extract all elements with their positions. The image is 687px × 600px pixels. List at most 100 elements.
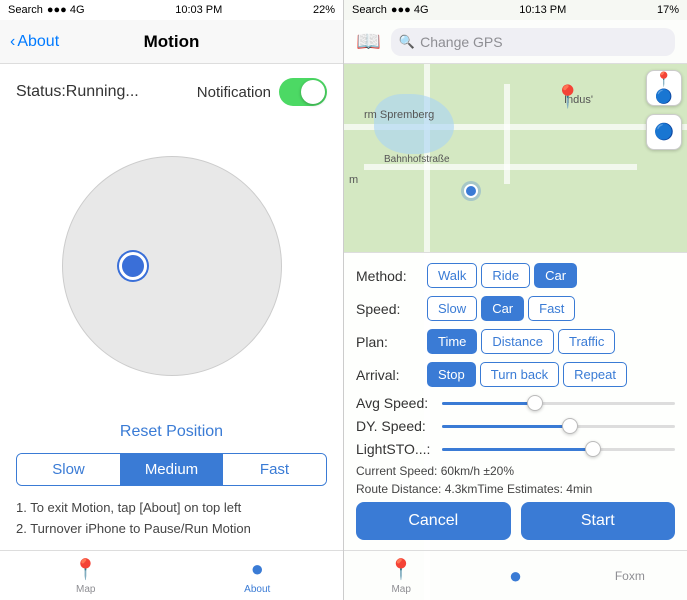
plan-row: Plan: Time Distance Traffic <box>356 329 675 354</box>
right-tab-map-label: Map <box>391 584 410 595</box>
speed-label: Speed: <box>356 301 421 317</box>
position-dot <box>119 252 147 280</box>
right-panel: Search ●●● 4G 10:13 PM 17% 📖 🔍 Change GP… <box>344 0 687 600</box>
chevron-left-icon: ‹ <box>10 33 15 51</box>
map-label-m: m <box>349 174 358 186</box>
map-overlay-buttons: 📍🔵 🔵 <box>646 70 682 150</box>
overlay-panel: Method: Walk Ride Car Speed: Slow Car Fa… <box>344 252 687 550</box>
method-label: Method: <box>356 268 421 284</box>
book-icon[interactable]: 📖 <box>356 29 381 54</box>
plan-time-btn[interactable]: Time <box>427 329 477 354</box>
speed-tab-medium[interactable]: Medium <box>120 454 223 485</box>
lightsto-fill <box>442 448 593 451</box>
dy-speed-track[interactable] <box>442 425 675 428</box>
plan-traffic-btn[interactable]: Traffic <box>558 329 615 354</box>
right-map-icon: 📍 <box>389 557 414 582</box>
right-bottom-tabs: 📍 Map ● Foxm <box>344 550 687 600</box>
blue-dot-map <box>464 184 478 198</box>
time-left: 10:03 PM <box>175 4 222 16</box>
left-tab-map[interactable]: 📍 Map <box>0 557 172 595</box>
location-pin-map: 📍 <box>554 84 581 110</box>
about-icon: ● <box>251 556 264 582</box>
right-carrier: Search <box>352 4 387 16</box>
signal-left: ●●● 4G <box>47 4 85 16</box>
speed-btn-group: Slow Car Fast <box>427 296 575 321</box>
right-foxm-label: Foxm <box>615 569 645 583</box>
map-pin-route-button[interactable]: 📍🔵 <box>646 70 682 106</box>
right-nav-bar: 📖 🔍 Change GPS <box>344 20 687 64</box>
motion-content: Status:Running... Notification Reset Pos… <box>0 64 343 550</box>
start-button[interactable]: Start <box>521 502 676 540</box>
status-bar-left: Search ●●● 4G <box>8 4 85 16</box>
right-tab-foxm[interactable]: Foxm <box>573 569 687 583</box>
right-status-bar: Search ●●● 4G 10:13 PM 17% <box>344 0 687 20</box>
avg-speed-track[interactable] <box>442 402 675 405</box>
gps-search-placeholder: Change GPS <box>420 34 503 50</box>
method-btn-group: Walk Ride Car <box>427 263 577 288</box>
instruction-2: 2. Turnover iPhone to Pause/Run Motion <box>16 519 327 540</box>
back-button[interactable]: ‹ About <box>10 33 59 51</box>
right-signal: ●●● 4G <box>391 4 429 16</box>
right-tab-middle[interactable]: ● <box>458 563 572 589</box>
avg-speed-thumb[interactable] <box>527 395 543 411</box>
map-icon: 📍 <box>73 557 98 582</box>
notification-row: Notification <box>197 78 327 106</box>
method-walk-btn[interactable]: Walk <box>427 263 477 288</box>
reset-position-button[interactable]: Reset Position <box>16 415 327 453</box>
back-label: About <box>17 33 59 51</box>
map-label-bahnhof: Bahnhofstraße <box>384 154 450 165</box>
method-ride-btn[interactable]: Ride <box>481 263 530 288</box>
right-battery: 17% <box>657 4 679 16</box>
road-v2 <box>504 84 510 184</box>
motion-circle[interactable] <box>62 156 282 376</box>
method-row: Method: Walk Ride Car <box>356 263 675 288</box>
avg-speed-fill <box>442 402 535 405</box>
gps-search-bar[interactable]: 🔍 Change GPS <box>391 28 675 56</box>
plan-btn-group: Time Distance Traffic <box>427 329 615 354</box>
location-icon: 🔵 <box>654 122 674 142</box>
left-tab-about[interactable]: ● About <box>172 556 344 595</box>
toggle-knob <box>301 80 325 104</box>
route-distance-text: Route Distance: 4.3kmTime Estimates: 4mi… <box>356 482 675 496</box>
plan-label: Plan: <box>356 334 421 350</box>
arrival-stop-btn[interactable]: Stop <box>427 362 476 387</box>
search-icon: 🔍 <box>399 34 415 50</box>
dy-speed-thumb[interactable] <box>562 418 578 434</box>
battery-left: 22% <box>313 4 335 16</box>
speed-tab-slow[interactable]: Slow <box>17 454 120 485</box>
lightsto-label: LightSTO...: <box>356 441 436 457</box>
lightsto-thumb[interactable] <box>585 441 601 457</box>
carrier-left: Search <box>8 4 43 16</box>
speed-fast-btn[interactable]: Fast <box>528 296 575 321</box>
arrival-repeat-btn[interactable]: Repeat <box>563 362 627 387</box>
lightsto-track[interactable] <box>442 448 675 451</box>
notification-label: Notification <box>197 84 271 101</box>
left-panel: Search ●●● 4G 10:03 PM 22% ‹ About Motio… <box>0 0 344 600</box>
lightsto-row: LightSTO...: <box>356 441 675 457</box>
right-tab-map[interactable]: 📍 Map <box>344 557 458 595</box>
left-tab-map-label: Map <box>76 584 95 595</box>
method-car-btn[interactable]: Car <box>534 263 577 288</box>
instructions: 1. To exit Motion, tap [About] on top le… <box>16 498 327 550</box>
avg-speed-label: Avg Speed: <box>356 395 436 411</box>
speed-car-btn[interactable]: Car <box>481 296 524 321</box>
page-title: Motion <box>144 32 200 52</box>
dy-speed-fill <box>442 425 570 428</box>
notification-toggle[interactable] <box>279 78 327 106</box>
speed-tabs: Slow Medium Fast <box>16 453 327 486</box>
speed-tab-fast[interactable]: Fast <box>223 454 326 485</box>
current-speed-text: Current Speed: 60km/h ±20% <box>356 464 675 478</box>
circle-container <box>16 116 327 415</box>
arrival-label: Arrival: <box>356 367 421 383</box>
dy-speed-row: DY. Speed: <box>356 418 675 434</box>
left-tab-about-label: About <box>244 584 270 595</box>
cancel-button[interactable]: Cancel <box>356 502 511 540</box>
right-status-left: Search ●●● 4G <box>352 4 429 16</box>
action-row: Cancel Start <box>356 502 675 540</box>
speed-slow-btn[interactable]: Slow <box>427 296 477 321</box>
plan-distance-btn[interactable]: Distance <box>481 329 554 354</box>
water-body <box>374 94 454 154</box>
pin-route-icon: 📍🔵 <box>655 71 672 105</box>
map-location-button[interactable]: 🔵 <box>646 114 682 150</box>
arrival-turnback-btn[interactable]: Turn back <box>480 362 559 387</box>
